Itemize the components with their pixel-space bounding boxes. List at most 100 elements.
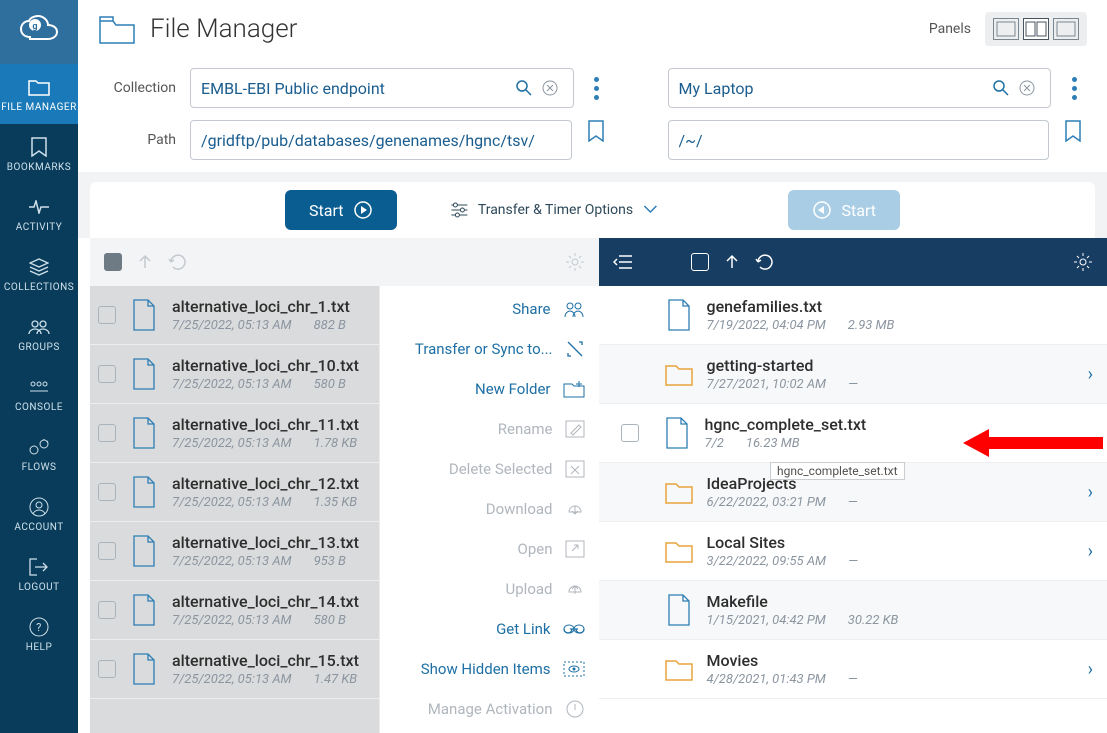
groups-icon — [27, 316, 51, 338]
chevron-right-icon: › — [1088, 541, 1093, 562]
clear-icon[interactable] — [537, 79, 563, 97]
clear-icon[interactable] — [1014, 79, 1040, 97]
panel-right[interactable] — [1053, 18, 1079, 40]
nav-logout[interactable]: LOGOUT — [0, 544, 78, 604]
transfer-action-row: Start Transfer & Timer Options Start — [90, 182, 1095, 238]
svg-text:?: ? — [36, 621, 42, 634]
file-icon — [128, 414, 160, 452]
chevron-down-icon[interactable] — [643, 205, 657, 215]
left-toolbar — [90, 238, 599, 286]
left-collection-input[interactable] — [190, 68, 574, 108]
list-item[interactable]: alternative_loci_chr_12.txt7/25/2022, 05… — [90, 463, 379, 522]
list-item[interactable]: alternative_loci_chr_14.txt7/25/2022, 05… — [90, 581, 379, 640]
left-panel: alternative_loci_chr_1.txt7/25/2022, 05:… — [90, 238, 599, 733]
start-right-button[interactable]: Start — [788, 190, 900, 230]
nav-file-manager[interactable]: FILE MANAGER — [0, 64, 78, 124]
file-icon — [663, 296, 695, 334]
nav-collections[interactable]: COLLECTIONS — [0, 244, 78, 304]
nav-groups[interactable]: GROUPS — [0, 304, 78, 364]
up-icon[interactable] — [136, 253, 154, 271]
folder-icon — [27, 76, 51, 98]
ctx-get-link[interactable]: Get Link — [380, 618, 585, 640]
list-item[interactable]: alternative_loci_chr_1.txt7/25/2022, 05:… — [90, 286, 379, 345]
row-checkbox[interactable] — [98, 660, 116, 678]
help-icon: ? — [27, 616, 51, 638]
left-path-input[interactable] — [190, 120, 572, 160]
nav-account[interactable]: ACCOUNT — [0, 484, 78, 544]
row-checkbox[interactable] — [621, 424, 639, 442]
account-icon — [27, 496, 51, 518]
file-icon — [663, 591, 695, 629]
search-icon[interactable] — [988, 79, 1014, 97]
list-item[interactable]: alternative_loci_chr_10.txt7/25/2022, 05… — [90, 345, 379, 404]
bookmark-icon — [27, 136, 51, 158]
search-icon[interactable] — [511, 79, 537, 97]
bookmark-right[interactable] — [1059, 120, 1087, 160]
row-checkbox[interactable] — [98, 424, 116, 442]
row-checkbox[interactable] — [98, 365, 116, 383]
ctx-transfer[interactable]: Transfer or Sync to... — [380, 338, 585, 360]
collections-icon — [27, 256, 51, 278]
panels-label: Panels — [929, 21, 971, 37]
chevron-right-icon: › — [1088, 659, 1093, 680]
list-item[interactable]: Movies4/28/2021, 01:43 PM—› — [599, 640, 1107, 699]
refresh-icon[interactable] — [168, 252, 188, 272]
nav-bookmarks[interactable]: BOOKMARKS — [0, 124, 78, 184]
up-icon[interactable] — [723, 253, 741, 271]
list-item[interactable]: getting-started7/27/2021, 10:02 AM—› — [599, 345, 1107, 404]
settings-sliders-icon[interactable] — [450, 202, 468, 218]
transfer-options-toggle[interactable]: Transfer & Timer Options — [478, 202, 633, 218]
page-title: File Manager — [150, 14, 297, 44]
left-collection-menu[interactable] — [584, 68, 610, 108]
bookmark-left[interactable] — [582, 120, 610, 160]
gear-icon[interactable] — [1073, 252, 1093, 272]
nav-console[interactable]: CONSOLE — [0, 364, 78, 424]
folder-icon — [663, 355, 695, 393]
panel-dual[interactable] — [1023, 18, 1049, 40]
file-icon — [128, 296, 160, 334]
list-item[interactable]: Makefile1/15/2021, 04:42 PM30.22 KB — [599, 581, 1107, 640]
right-panel: genefamilies.txt7/19/2022, 04:04 PM2.93 … — [599, 238, 1107, 733]
brand-logo: g — [0, 0, 78, 64]
start-left-button[interactable]: Start — [285, 190, 397, 230]
list-item[interactable]: Local Sites3/22/2022, 09:55 AM—› — [599, 522, 1107, 581]
topbar: File Manager Panels — [78, 0, 1107, 50]
right-collection-menu[interactable] — [1061, 68, 1087, 108]
collection-label: Collection — [98, 80, 176, 96]
list-item[interactable]: genefamilies.txt7/19/2022, 04:04 PM2.93 … — [599, 286, 1107, 345]
ctx-delete: Delete Selected — [380, 458, 585, 480]
list-item[interactable]: alternative_loci_chr_13.txt7/25/2022, 05… — [90, 522, 379, 581]
file-icon — [661, 414, 693, 452]
ctx-open: Open — [380, 538, 585, 560]
tooltip: hgnc_complete_set.txt — [770, 462, 905, 480]
select-all-right[interactable] — [691, 253, 709, 271]
main-content: File Manager Panels Collection — [78, 0, 1107, 733]
console-icon — [27, 376, 51, 398]
refresh-icon[interactable] — [755, 252, 775, 272]
row-checkbox[interactable] — [98, 542, 116, 560]
ctx-upload: Upload — [380, 578, 585, 600]
nav-flows[interactable]: FLOWS — [0, 424, 78, 484]
chevron-right-icon: › — [1088, 482, 1093, 503]
nav-activity[interactable]: ACTIVITY — [0, 184, 78, 244]
ctx-share[interactable]: Share — [380, 298, 585, 320]
row-checkbox[interactable] — [98, 306, 116, 324]
right-path-input[interactable] — [668, 120, 1050, 160]
row-checkbox[interactable] — [98, 601, 116, 619]
select-all-left[interactable] — [104, 253, 122, 271]
path-label: Path — [98, 132, 176, 148]
gear-icon[interactable] — [565, 252, 585, 272]
collapse-menu-icon[interactable] — [613, 254, 633, 270]
right-collection-input[interactable] — [668, 68, 1052, 108]
ctx-activation: Manage Activation — [380, 698, 585, 720]
logout-icon — [27, 556, 51, 578]
flows-icon — [27, 436, 51, 458]
ctx-new-folder[interactable]: New Folder — [380, 378, 585, 400]
list-item[interactable]: alternative_loci_chr_15.txt7/25/2022, 05… — [90, 640, 379, 699]
panel-single[interactable] — [993, 18, 1019, 40]
sidebar-nav: g FILE MANAGER BOOKMARKS ACTIVITY COLLEC… — [0, 0, 78, 733]
ctx-hidden[interactable]: Show Hidden Items — [380, 658, 585, 680]
row-checkbox[interactable] — [98, 483, 116, 501]
nav-help[interactable]: ? HELP — [0, 604, 78, 664]
list-item[interactable]: alternative_loci_chr_11.txt7/25/2022, 05… — [90, 404, 379, 463]
